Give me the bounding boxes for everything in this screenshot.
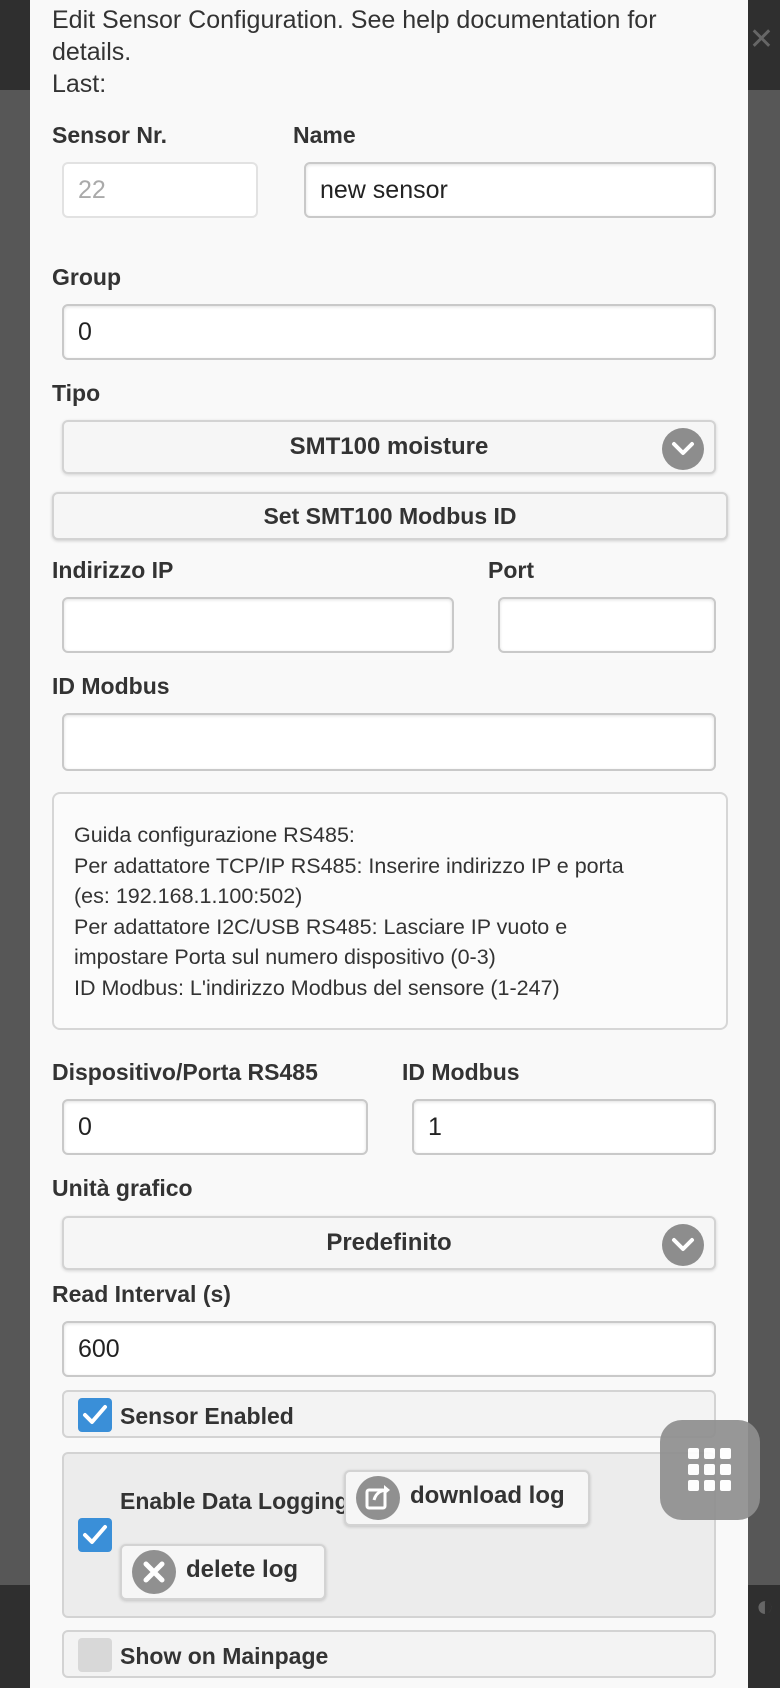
modbus-id-input[interactable] [62, 713, 716, 771]
group-input[interactable]: 0 [62, 304, 716, 360]
tipo-selected-value: SMT100 moisture [289, 433, 489, 460]
rs485-port-label: Dispositivo/Porta RS485 [52, 1059, 318, 1085]
unit-label: Unità grafico [52, 1175, 193, 1201]
show-on-mainpage-label: Show on Mainpage [120, 1643, 329, 1669]
tipo-label: Tipo [52, 380, 101, 406]
unit-select[interactable]: Predefinito [62, 1216, 716, 1270]
name-input[interactable]: new sensor [304, 162, 716, 218]
close-icon [132, 1550, 176, 1594]
sensor-nr-label: Sensor Nr. [52, 122, 168, 148]
rs485-port-input[interactable]: 0 [62, 1099, 368, 1155]
port-label: Port [488, 557, 534, 583]
sensor-enabled-label: Sensor Enabled [120, 1403, 294, 1429]
sensor-nr-input: 22 [62, 162, 258, 218]
chevron-down-icon [662, 428, 704, 470]
grid-menu-button[interactable] [660, 1420, 760, 1520]
data-logging-checkbox[interactable] [78, 1518, 112, 1552]
set-modbus-id-button[interactable]: Set SMT100 Modbus ID [52, 492, 728, 540]
rs485-modbus-input[interactable]: 1 [412, 1099, 716, 1155]
help-line: Per adattatore TCP/IP RS485: Inserire in… [74, 853, 624, 878]
modbus-id-label: ID Modbus [52, 673, 170, 699]
data-logging-row: Enable Data Logging download log delete … [62, 1452, 716, 1618]
help-line: Guida configurazione RS485: [74, 823, 355, 847]
tipo-select[interactable]: SMT100 moisture [62, 420, 716, 474]
data-logging-label: Enable Data Logging [120, 1488, 349, 1514]
download-log-label: download log [410, 1482, 565, 1509]
unit-selected-value: Predefinito [326, 1229, 452, 1256]
last-label: Last: [52, 70, 107, 98]
sensor-enabled-checkbox[interactable] [78, 1398, 112, 1432]
rs485-modbus-label: ID Modbus [402, 1059, 520, 1085]
show-on-mainpage-row[interactable]: Show on Mainpage [62, 1630, 716, 1678]
rs485-help-box: Guida configurazione RS485: Per adattato… [52, 792, 728, 1030]
sensor-enabled-row[interactable]: Sensor Enabled [62, 1390, 716, 1438]
ip-input[interactable] [62, 597, 454, 653]
dialog-description: Edit Sensor Configuration. See help docu… [52, 4, 732, 100]
port-input[interactable] [498, 597, 716, 653]
help-line: Per adattatore I2C/USB RS485: Lasciare I… [74, 914, 568, 939]
footer-tool-icon: ◐ [755, 1590, 774, 1623]
header-tool-icon: ✕ [748, 23, 774, 56]
delete-log-label: delete log [186, 1556, 299, 1583]
help-line: impostare Porta sul numero dispositivo (… [74, 945, 496, 969]
delete-log-button[interactable]: delete log [120, 1544, 326, 1600]
help-line: ID Modbus: L'indirizzo Modbus del sensor… [74, 975, 560, 1000]
help-line: (es: 192.168.1.100:502) [74, 884, 303, 908]
description-text: Edit Sensor Configuration. See help docu… [52, 6, 657, 66]
share-icon [356, 1476, 400, 1520]
ip-label: Indirizzo IP [52, 557, 174, 583]
chevron-down-icon [662, 1224, 704, 1266]
name-label: Name [293, 122, 356, 148]
interval-input[interactable]: 600 [62, 1321, 716, 1377]
group-label: Group [52, 264, 121, 290]
download-log-button[interactable]: download log [344, 1470, 590, 1526]
show-on-mainpage-checkbox[interactable] [78, 1638, 112, 1672]
edit-sensor-dialog: Edit Sensor Configuration. See help docu… [30, 0, 748, 1688]
interval-label: Read Interval (s) [52, 1281, 231, 1307]
